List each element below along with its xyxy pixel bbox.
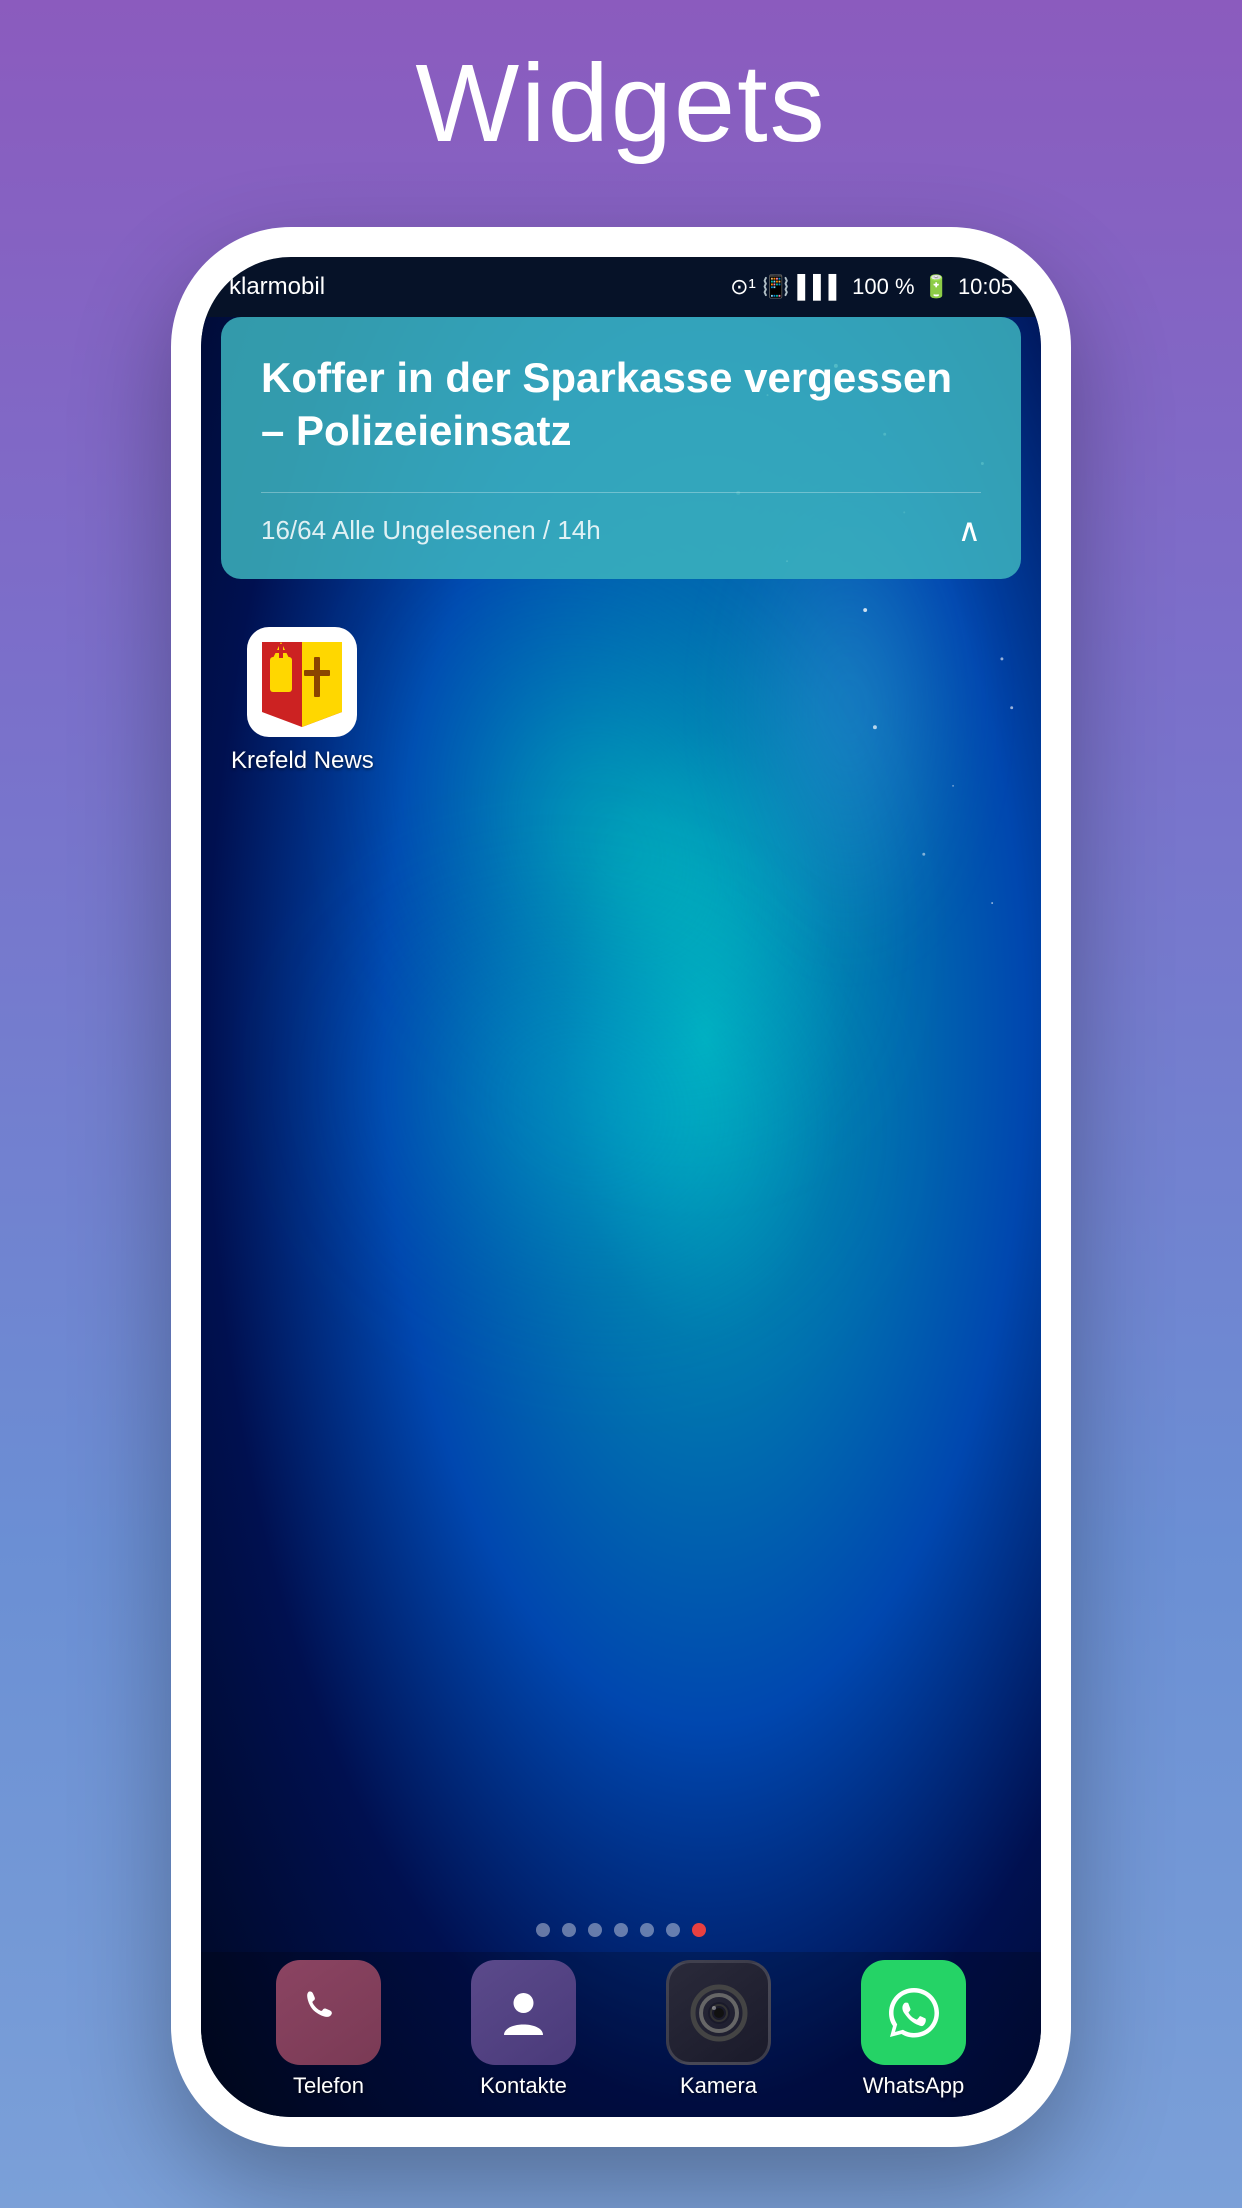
widget-footer: 16/64 Alle Ungelesenen / 14h ∧ (261, 492, 981, 549)
dock-item-telefon[interactable]: Telefon (276, 1960, 381, 2099)
krefeld-news-app-icon[interactable]: Krefeld News (231, 627, 374, 775)
dot-5[interactable] (640, 1923, 654, 1937)
carrier-label: klarmobil (229, 273, 325, 301)
dot-6[interactable] (666, 1923, 680, 1937)
page-title: Widgets (415, 40, 826, 167)
phone-frame: klarmobil ⊙¹ 📳 ▌▌▌ 100 % 🔋 10:05 (171, 227, 1071, 2147)
phone-screen: klarmobil ⊙¹ 📳 ▌▌▌ 100 % 🔋 10:05 (201, 257, 1041, 2117)
battery-percent: 100 % (852, 274, 914, 300)
dock-item-kontakte[interactable]: Kontakte (471, 1960, 576, 2099)
krefeld-label: Krefeld News (231, 747, 374, 775)
dot-2[interactable] (562, 1923, 576, 1937)
whatsapp-label: WhatsApp (863, 2073, 965, 2099)
wallpaper: Koffer in der Sparkasse vergessen – Poli… (201, 317, 1041, 2117)
widget-headline: Koffer in der Sparkasse vergessen – Poli… (261, 352, 981, 457)
whatsapp-icon (883, 1982, 945, 2044)
battery-icon: 🔋 (923, 274, 950, 300)
dot-1[interactable] (536, 1923, 550, 1937)
widget-meta: 16/64 Alle Ungelesenen / 14h (261, 515, 601, 546)
kamera-label: Kamera (680, 2073, 757, 2099)
krefeld-icon-image (247, 627, 357, 737)
kontakte-label: Kontakte (480, 2073, 567, 2099)
status-right: ⊙¹ 📳 ▌▌▌ 100 % 🔋 10:05 (730, 274, 1013, 300)
signal-icon: ▌▌▌ (797, 274, 844, 300)
dot-4[interactable] (614, 1923, 628, 1937)
kontakte-icon-bg (471, 1960, 576, 2065)
phone-icon (301, 1985, 356, 2040)
dock-item-kamera[interactable]: Kamera (666, 1960, 771, 2099)
status-bar: klarmobil ⊙¹ 📳 ▌▌▌ 100 % 🔋 10:05 (201, 257, 1041, 317)
telefon-icon-bg (276, 1960, 381, 2065)
coat-of-arms-svg (252, 632, 352, 732)
dot-7-active[interactable] (692, 1923, 706, 1937)
clock: 10:05 (958, 274, 1013, 300)
camera-icon (690, 1984, 748, 2042)
dot-3[interactable] (588, 1923, 602, 1937)
kamera-icon-bg (666, 1960, 771, 2065)
dock: Telefon Kontakte (201, 1952, 1041, 2117)
whatsapp-icon-bg (861, 1960, 966, 2065)
telefon-label: Telefon (293, 2073, 364, 2099)
status-icons: ⊙¹ 📳 (730, 274, 789, 300)
contacts-icon (496, 1985, 551, 2040)
dock-item-whatsapp[interactable]: WhatsApp (861, 1960, 966, 2099)
news-widget[interactable]: Koffer in der Sparkasse vergessen – Poli… (221, 317, 1021, 579)
page-dots (201, 1923, 1041, 1937)
chevron-up-icon[interactable]: ∧ (958, 511, 981, 549)
